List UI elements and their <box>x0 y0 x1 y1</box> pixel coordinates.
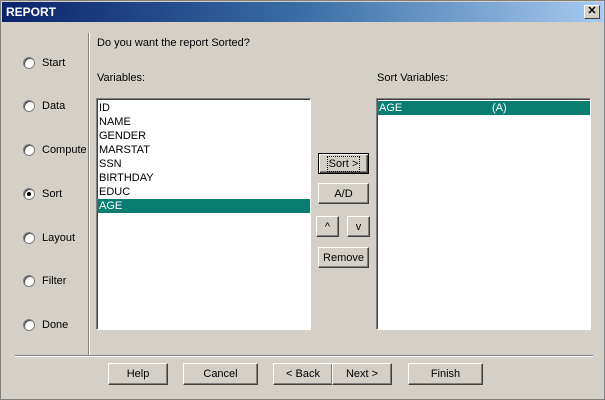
prompt-text: Do you want the report Sorted? <box>97 37 250 49</box>
step-label: Layout <box>42 232 76 244</box>
close-icon: ✕ <box>587 5 597 17</box>
variables-listbox[interactable]: ID NAME GENDER MARSTAT SSN BIRTHDAY EDUC… <box>96 98 311 330</box>
back-button[interactable]: < Back <box>273 363 333 385</box>
step-label: Start <box>42 57 66 69</box>
step-label: Filter <box>42 275 67 287</box>
step-sort[interactable]: Sort <box>23 186 62 202</box>
step-data-radio[interactable] <box>23 100 35 112</box>
step-start-radio[interactable] <box>23 57 35 69</box>
cancel-button[interactable]: Cancel <box>183 363 258 385</box>
variables-label: Variables: <box>97 72 146 84</box>
step-layout[interactable]: Layout <box>23 230 75 246</box>
sort-variables-label: Sort Variables: <box>377 72 449 84</box>
step-label: Compute <box>42 144 87 156</box>
move-up-button[interactable]: ^ <box>316 216 339 237</box>
report-dialog: REPORT ✕ Start Data Compute Sort Layout … <box>0 0 605 400</box>
close-button[interactable]: ✕ <box>584 5 600 19</box>
step-start[interactable]: Start <box>23 55 65 71</box>
footer-separator <box>15 355 593 357</box>
title-bar[interactable]: REPORT ✕ <box>2 2 603 22</box>
help-button[interactable]: Help <box>108 363 168 385</box>
sort-variable-item[interactable]: AGE (A) <box>377 101 590 115</box>
sort-button[interactable]: Sort > <box>318 153 369 174</box>
variable-item[interactable]: GENDER <box>97 129 310 143</box>
step-filter[interactable]: Filter <box>23 273 66 289</box>
variable-item-selected[interactable]: AGE <box>97 199 310 213</box>
variable-item[interactable]: ID <box>97 101 310 115</box>
step-label: Data <box>42 100 66 112</box>
sort-button-label: Sort > <box>326 155 361 172</box>
step-done-radio[interactable] <box>23 319 35 331</box>
variable-item[interactable]: EDUC <box>97 185 310 199</box>
sort-variable-name: AGE <box>379 102 403 114</box>
sort-variables-listbox[interactable]: AGE (A) <box>376 98 591 330</box>
remove-button[interactable]: Remove <box>318 247 369 268</box>
move-down-button[interactable]: v <box>347 216 370 237</box>
step-filter-radio[interactable] <box>23 275 35 287</box>
step-data[interactable]: Data <box>23 98 65 114</box>
variable-item[interactable]: SSN <box>97 157 310 171</box>
next-button[interactable]: Next > <box>332 363 392 385</box>
step-sort-radio[interactable] <box>23 188 35 200</box>
variable-item[interactable]: BIRTHDAY <box>97 171 310 185</box>
step-label: Sort <box>42 188 63 200</box>
window-title: REPORT <box>6 5 57 19</box>
step-layout-radio[interactable] <box>23 232 35 244</box>
step-rail: Start Data Compute Sort Layout Filter Do… <box>15 33 89 355</box>
step-done[interactable]: Done <box>23 317 68 333</box>
step-compute[interactable]: Compute <box>23 142 87 158</box>
step-compute-radio[interactable] <box>23 144 35 156</box>
variable-item[interactable]: MARSTAT <box>97 143 310 157</box>
variable-item[interactable]: NAME <box>97 115 310 129</box>
finish-button[interactable]: Finish <box>408 363 483 385</box>
step-label: Done <box>42 319 69 331</box>
sort-variable-order: (A) <box>492 102 507 114</box>
help-button-label: Help <box>126 368 150 380</box>
ad-button[interactable]: A/D <box>318 183 369 204</box>
